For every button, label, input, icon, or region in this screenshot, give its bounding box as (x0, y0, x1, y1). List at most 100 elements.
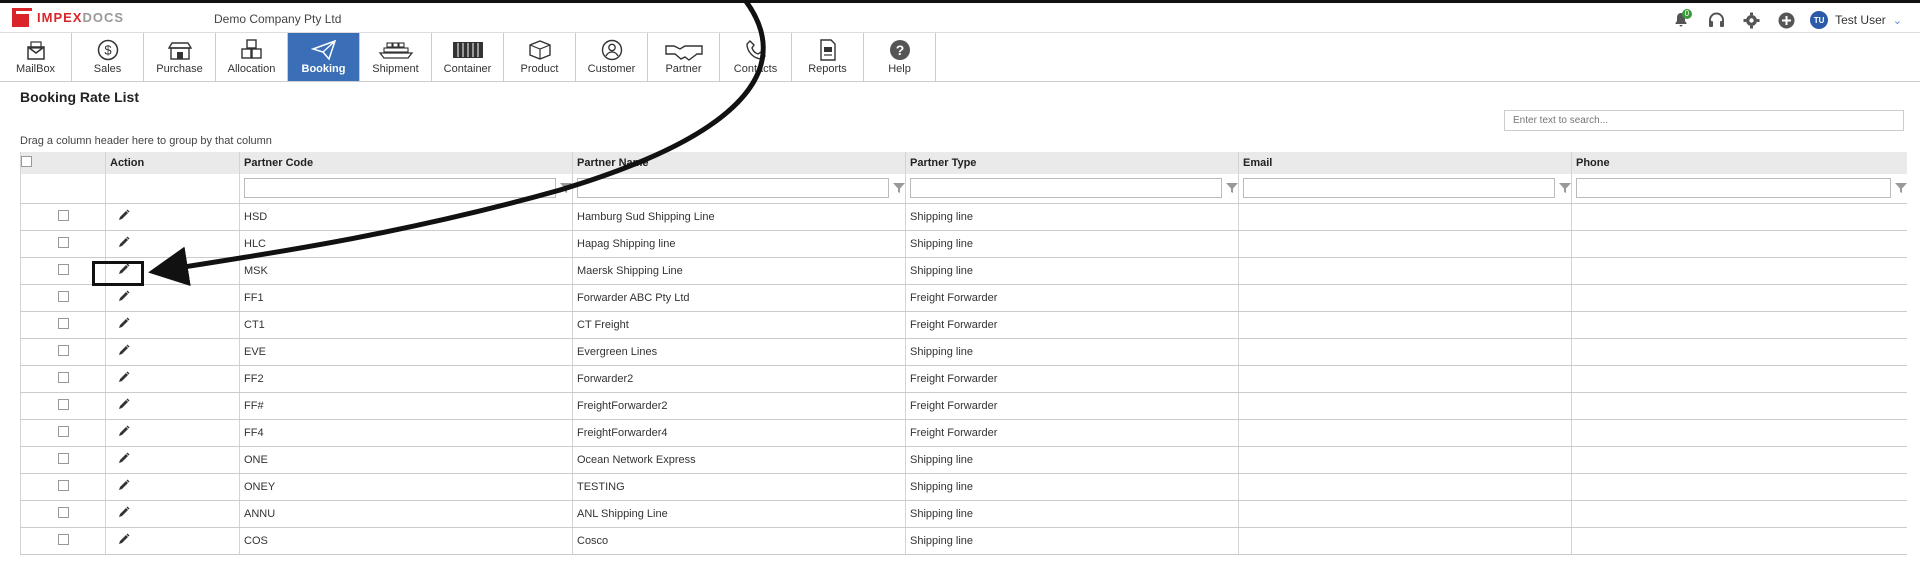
filter-input[interactable] (910, 178, 1222, 199)
cell-partner-name: Cosco (572, 527, 906, 555)
edit-pencil-icon[interactable] (118, 209, 130, 224)
bell-icon[interactable]: 0 (1670, 9, 1693, 31)
edit-pencil-icon[interactable] (118, 290, 130, 305)
filter-input[interactable] (1576, 178, 1891, 199)
company-name[interactable]: Demo Company Pty Ltd (214, 12, 341, 26)
filter-input[interactable] (577, 178, 889, 199)
user-name[interactable]: Test User (1835, 13, 1886, 27)
nav-mailbox[interactable]: MailBox (0, 33, 72, 81)
edit-pencil-icon[interactable] (118, 533, 130, 548)
cell-email (1238, 230, 1572, 258)
plus-circle-icon[interactable] (1775, 9, 1797, 31)
column-header-email[interactable]: Email (1238, 152, 1572, 174)
cell-partner-name: ANL Shipping Line (572, 500, 906, 528)
table-row[interactable]: ANNU ANL Shipping Line Shipping line (20, 500, 1907, 528)
select-all-checkbox[interactable] (21, 156, 32, 167)
row-checkbox[interactable] (57, 263, 69, 275)
row-select-cell (20, 419, 106, 447)
nav-contacts[interactable]: Contacts (720, 33, 792, 81)
gear-icon[interactable] (1740, 9, 1762, 31)
table-row[interactable]: ONEY TESTING Shipping line (20, 473, 1907, 501)
edit-pencil-icon[interactable] (118, 317, 130, 332)
filter-icon[interactable] (893, 182, 905, 194)
table-row[interactable]: FF# FreightForwarder2 Freight Forwarder (20, 392, 1907, 420)
column-header-partner-code[interactable]: Partner Code (239, 152, 573, 174)
column-header-action[interactable]: Action (105, 152, 240, 174)
nav-container[interactable]: Container (432, 33, 504, 81)
nav-purchase[interactable]: Purchase (144, 33, 216, 81)
user-avatar[interactable]: TU (1810, 11, 1829, 29)
row-checkbox[interactable] (57, 344, 69, 356)
row-checkbox[interactable] (57, 317, 69, 329)
edit-pencil-icon[interactable] (118, 344, 130, 359)
nav-product[interactable]: Product (504, 33, 576, 81)
table-row[interactable]: FF4 FreightForwarder4 Freight Forwarder (20, 419, 1907, 447)
column-header-phone[interactable]: Phone (1571, 152, 1907, 174)
edit-pencil-icon[interactable] (118, 425, 130, 440)
report-icon (819, 39, 836, 61)
row-checkbox[interactable] (57, 506, 69, 518)
row-checkbox[interactable] (57, 398, 69, 410)
cell-partner-type: Shipping line (905, 500, 1239, 528)
row-checkbox[interactable] (57, 425, 69, 437)
cell-email (1238, 311, 1572, 339)
chevron-down-icon[interactable]: ⌄ (1893, 14, 1902, 27)
nav-booking[interactable]: Booking (288, 33, 360, 81)
table-row[interactable]: ONE Ocean Network Express Shipping line (20, 446, 1907, 474)
row-checkbox[interactable] (57, 371, 69, 383)
row-select-cell (20, 500, 106, 528)
edit-pencil-icon[interactable] (118, 371, 130, 386)
table-row[interactable]: MSK Maersk Shipping Line Shipping line (20, 257, 1907, 285)
filter-icon[interactable] (1559, 182, 1571, 194)
select-all-header[interactable] (20, 152, 106, 174)
row-checkbox[interactable] (57, 452, 69, 464)
app-logo[interactable]: IMPEXDOCS (12, 8, 124, 27)
action-cell (105, 446, 240, 474)
cell-partner-type: Freight Forwarder (905, 365, 1239, 393)
table-row[interactable]: HSD Hamburg Sud Shipping Line Shipping lin… (20, 203, 1907, 231)
nav-sales[interactable]: $ Sales (72, 33, 144, 81)
nav-help[interactable]: ? Help (864, 33, 936, 81)
nav-reports[interactable]: Reports (792, 33, 864, 81)
edit-pencil-icon[interactable] (118, 452, 130, 467)
row-select-cell (20, 473, 106, 501)
edit-pencil-icon[interactable] (118, 506, 130, 521)
table-row[interactable]: COS Cosco Shipping line (20, 527, 1907, 555)
nav-customer[interactable]: Customer (576, 33, 648, 81)
row-checkbox[interactable] (57, 209, 69, 221)
filter-icon[interactable] (1895, 182, 1907, 194)
column-header-partner-name[interactable]: Partner Name (572, 152, 906, 174)
cell-email (1238, 365, 1572, 393)
cell-partner-type: Shipping line (905, 257, 1239, 285)
nav-shipment[interactable]: Shipment (360, 33, 432, 81)
table-row[interactable]: EVE Evergreen Lines Shipping line (20, 338, 1907, 366)
table-row[interactable]: FF2 Forwarder2 Freight Forwarder (20, 365, 1907, 393)
row-checkbox[interactable] (57, 533, 69, 545)
filter-input[interactable] (244, 178, 556, 199)
edit-pencil-icon[interactable] (118, 479, 130, 494)
column-header-partner-type[interactable]: Partner Type (905, 152, 1239, 174)
row-checkbox[interactable] (57, 290, 69, 302)
group-by-hint: Drag a column header here to group by th… (20, 135, 272, 147)
cell-partner-name: CT Freight (572, 311, 906, 339)
headset-icon[interactable] (1705, 9, 1727, 31)
action-cell (105, 500, 240, 528)
edit-pencil-icon[interactable] (118, 236, 130, 251)
cell-partner-code: COS (239, 527, 573, 555)
table-row[interactable]: HLC Hapag Shipping line Shipping line (20, 230, 1907, 258)
filter-input[interactable] (1243, 178, 1555, 199)
cell-partner-type: Shipping line (905, 230, 1239, 258)
cell-phone (1571, 446, 1907, 474)
filter-icon[interactable] (560, 182, 572, 194)
table-row[interactable]: CT1 CT Freight Freight Forwarder (20, 311, 1907, 339)
cell-partner-name: Evergreen Lines (572, 338, 906, 366)
filter-icon[interactable] (1226, 182, 1238, 194)
nav-allocation[interactable]: Allocation (216, 33, 288, 81)
row-checkbox[interactable] (57, 236, 69, 248)
container-icon (452, 42, 483, 58)
search-input[interactable] (1504, 110, 1904, 131)
edit-pencil-icon[interactable] (118, 398, 130, 413)
table-row[interactable]: FF1 Forwarder ABC Pty Ltd Freight Forwarde… (20, 284, 1907, 312)
row-checkbox[interactable] (57, 479, 69, 491)
nav-partner[interactable]: Partner (648, 33, 720, 81)
